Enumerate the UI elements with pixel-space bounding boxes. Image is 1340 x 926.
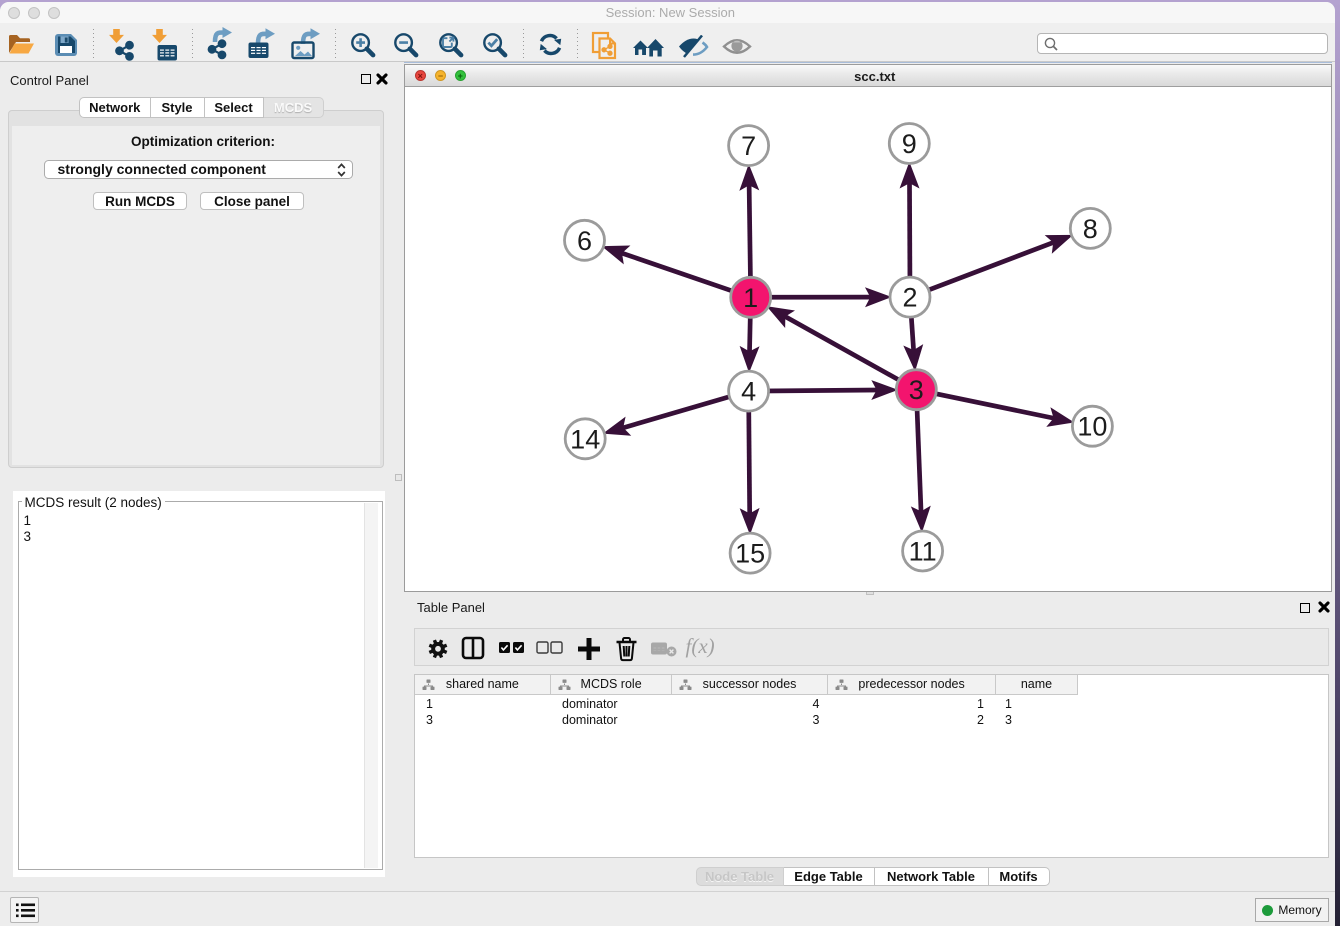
svg-text:3: 3 [909, 375, 924, 405]
svg-text:8: 8 [1083, 214, 1098, 244]
svg-text:9: 9 [902, 129, 917, 159]
svg-text:14: 14 [570, 424, 600, 454]
svg-text:4: 4 [741, 377, 756, 407]
svg-text:10: 10 [1077, 412, 1107, 442]
svg-text:11: 11 [909, 537, 937, 567]
svg-text:6: 6 [577, 226, 592, 256]
svg-text:7: 7 [741, 131, 756, 161]
svg-text:1: 1 [743, 283, 758, 313]
svg-text:2: 2 [902, 283, 917, 313]
svg-text:15: 15 [735, 539, 765, 569]
